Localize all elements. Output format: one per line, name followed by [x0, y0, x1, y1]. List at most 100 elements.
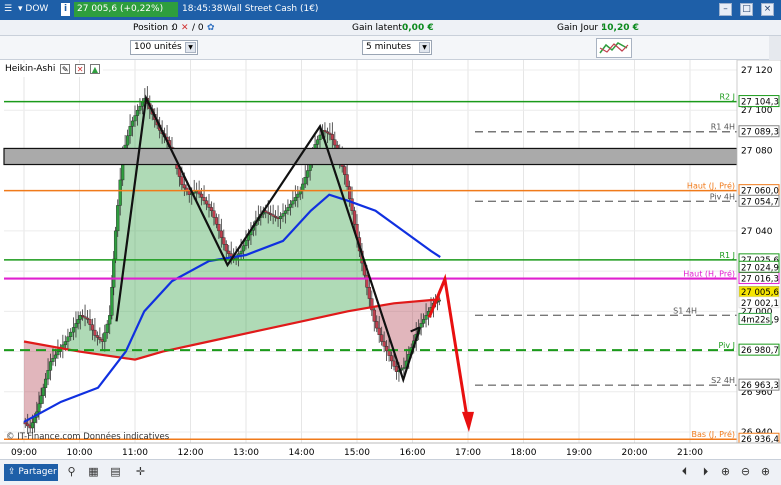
scroll-left-icon[interactable]: ⏴	[677, 464, 692, 480]
y-tick-label: 27 080	[741, 146, 773, 156]
window-menu-icon[interactable]: ☰	[4, 3, 12, 16]
level-label: S1 4H	[673, 306, 697, 315]
title-bar: ☰ ▾ DOW i 27 005,6 (+0,22%) 18:45:38 Wal…	[0, 0, 781, 20]
candle-body	[66, 336, 70, 342]
candle-body	[76, 319, 80, 324]
candle-body	[365, 274, 369, 288]
candle-body	[135, 110, 140, 116]
candle-body	[422, 319, 426, 324]
symbol-dropdown[interactable]: ▾ DOW	[18, 3, 48, 16]
candle-body	[51, 358, 55, 362]
x-tick-label: 17:00	[455, 448, 481, 458]
candle-body	[387, 350, 391, 356]
candle-body	[204, 200, 209, 205]
level-label: R1 J	[719, 251, 735, 260]
level-value: 27 016,3	[741, 275, 779, 285]
remove-indicator-icon[interactable]: ✕	[75, 63, 86, 74]
units-value: 100 unités	[134, 42, 182, 52]
panel-scroll-handle[interactable]	[769, 36, 781, 60]
candle-body	[392, 360, 396, 367]
candle-body	[301, 183, 305, 191]
candle-body	[352, 210, 357, 225]
candle-body	[113, 230, 118, 260]
candle-body	[199, 193, 204, 198]
x-tick-label: 09:00	[11, 448, 37, 458]
alert-icon[interactable]: ⚲	[64, 464, 79, 480]
candle-body	[345, 174, 349, 187]
candle-body	[389, 355, 394, 362]
chart-canvas[interactable]: 27 12027 10027 08027 06027 04027 02027 0…	[0, 60, 781, 459]
candle-body	[133, 115, 137, 122]
price-chart[interactable]: 27 12027 10027 08027 06027 04027 02027 0…	[0, 60, 781, 459]
indicator-name: Heikin-Ashi	[5, 64, 56, 74]
candle-body	[212, 210, 216, 218]
zoom-reset-icon[interactable]: ⊕	[718, 464, 733, 480]
zoom-out-icon[interactable]: ⊖	[738, 464, 753, 480]
candle-body	[288, 203, 292, 208]
y-tick-label: 27 120	[741, 66, 773, 76]
candle-body	[90, 324, 95, 331]
candle-body	[83, 316, 87, 319]
candle-body	[219, 230, 223, 238]
latent-gain-label: Gain latent :	[352, 23, 408, 33]
candle-body	[239, 250, 243, 254]
day-gain-value: 10,20 €	[601, 23, 639, 33]
candle-body	[95, 335, 99, 338]
close-button[interactable]: ×	[761, 3, 774, 16]
level-label: Haut (H, Pré)	[683, 269, 735, 279]
candle-body	[323, 130, 327, 132]
wrench-icon[interactable]: ✎	[60, 63, 71, 74]
candle-body	[372, 309, 376, 322]
candle-body	[269, 213, 273, 215]
candle-body	[30, 422, 35, 429]
candle-body	[98, 337, 102, 340]
level-value: 27 054,7	[741, 197, 779, 207]
move-up-icon[interactable]: ▲	[89, 63, 100, 74]
timeframe-select[interactable]: 5 minutes ▼	[362, 40, 432, 55]
x-tick-label: 16:00	[400, 448, 426, 458]
candle-body	[46, 370, 50, 380]
latent-gain-value: 0,00 €	[402, 23, 434, 33]
x-tick-label: 18:00	[511, 448, 537, 458]
candle-body	[278, 215, 283, 220]
candle-body	[283, 210, 288, 214]
candle-body	[402, 367, 406, 370]
x-tick-label: 14:00	[289, 448, 315, 458]
units-select[interactable]: 100 unités ▼	[130, 40, 198, 55]
candle-body	[377, 327, 381, 335]
copyright-notice: © IT-Finance.com Données indicatives	[6, 431, 170, 442]
info-icon[interactable]: i	[61, 3, 70, 16]
close-position-icon[interactable]: ✕	[181, 22, 189, 34]
minimize-button[interactable]: –	[719, 3, 732, 16]
candle-body	[419, 323, 423, 328]
candle-body	[103, 332, 107, 342]
indicator-legend: Heikin-Ashi ✎ ✕ ▲	[2, 63, 103, 77]
zoom-in-icon[interactable]: ⊕	[758, 464, 773, 480]
candle-body	[202, 197, 206, 201]
scroll-right-icon[interactable]: ⏵	[698, 464, 713, 480]
candle-body	[182, 184, 186, 189]
level-value: 27 024,9	[741, 263, 779, 273]
day-gain-label: Gain Jour :	[557, 23, 605, 33]
order-book-icon[interactable]: ▤	[108, 464, 123, 480]
share-button[interactable]: ⇪ Partager	[4, 464, 58, 481]
candle-body	[112, 258, 116, 288]
chart-type-icon	[599, 42, 629, 54]
chart-toolbar: 100 unités ▼ 5 minutes ▼	[0, 36, 781, 60]
candle-body	[241, 245, 246, 252]
candle-body	[130, 120, 135, 127]
position-value: 0	[172, 23, 178, 33]
level-value-suffix: ,9	[771, 315, 779, 325]
crosshair-icon[interactable]: ✛	[133, 464, 148, 480]
candle-body	[271, 214, 275, 217]
restore-button[interactable]: □	[740, 3, 753, 16]
level-value: 27 089,3	[741, 128, 779, 138]
calculator-icon[interactable]: ▦	[86, 464, 101, 480]
chart-type-button[interactable]	[596, 38, 632, 58]
candle-body	[209, 207, 214, 211]
x-tick-label: 11:00	[122, 448, 148, 458]
level-value: 26 980,7	[741, 346, 779, 356]
level-label: S2 4H	[711, 376, 735, 385]
candle-body	[56, 351, 60, 356]
settings-icon[interactable]: ✿	[207, 22, 215, 34]
